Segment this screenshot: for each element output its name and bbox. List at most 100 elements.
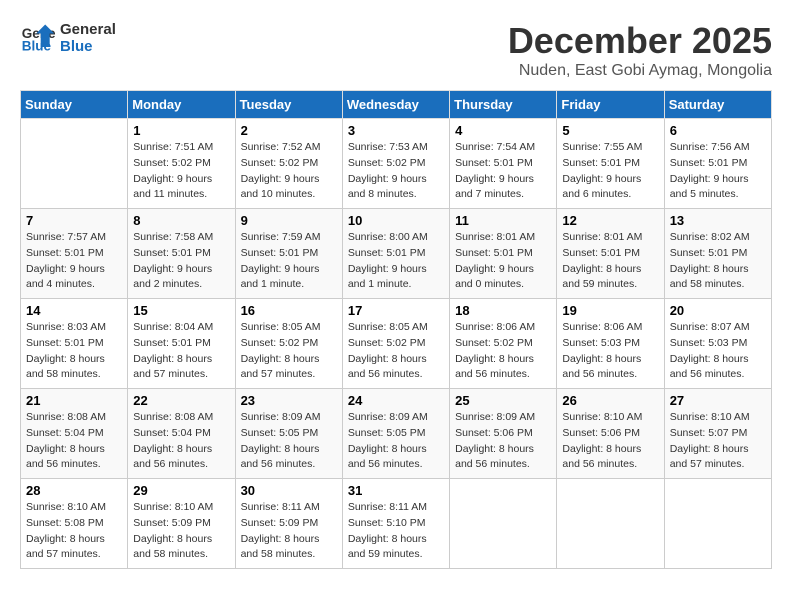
logo: General Blue General Blue [20,20,116,56]
day-number: 9 [241,213,337,228]
calendar-cell [21,119,128,209]
day-number: 14 [26,303,122,318]
calendar-cell: 1 Sunrise: 7:51 AMSunset: 5:02 PMDaylight… [128,119,235,209]
day-number: 11 [455,213,551,228]
day-number: 22 [133,393,229,408]
weekday-header-tuesday: Tuesday [235,91,342,119]
day-info: Sunrise: 8:10 AMSunset: 5:08 PMDaylight:… [26,500,122,563]
calendar-week-5: 28 Sunrise: 8:10 AMSunset: 5:08 PMDayligh… [21,479,772,569]
day-info: Sunrise: 8:10 AMSunset: 5:09 PMDaylight:… [133,500,229,563]
day-number: 16 [241,303,337,318]
day-number: 20 [670,303,766,318]
weekday-header-saturday: Saturday [664,91,771,119]
calendar-cell: 16 Sunrise: 8:05 AMSunset: 5:02 PMDayligh… [235,299,342,389]
page-header: General Blue General Blue December 2025 … [20,20,772,80]
day-info: Sunrise: 8:09 AMSunset: 5:05 PMDaylight:… [348,410,444,473]
calendar-cell: 4Sunrise: 7:54 AMSunset: 5:01 PMDaylight… [450,119,557,209]
calendar-cell: 8Sunrise: 7:58 AMSunset: 5:01 PMDaylight… [128,209,235,299]
day-info: Sunrise: 8:11 AMSunset: 5:10 PMDaylight:… [348,500,444,563]
day-number: 12 [562,213,658,228]
day-number: 25 [455,393,551,408]
day-number: 31 [348,483,444,498]
day-info: Sunrise: 8:08 AMSunset: 5:04 PMDaylight:… [26,410,122,473]
day-number: 29 [133,483,229,498]
day-number: 1 [133,123,229,138]
calendar-cell: 20 Sunrise: 8:07 AMSunset: 5:03 PMDayligh… [664,299,771,389]
day-info: Sunrise: 7:59 AMSunset: 5:01 PMDaylight:… [241,230,337,293]
calendar-cell: 7Sunrise: 7:57 AMSunset: 5:01 PMDaylight… [21,209,128,299]
day-info: Sunrise: 8:05 AMSunset: 5:02 PMDaylight:… [241,320,337,383]
day-info: Sunrise: 8:10 AMSunset: 5:06 PMDaylight:… [562,410,658,473]
day-number: 26 [562,393,658,408]
day-number: 7 [26,213,122,228]
day-info: Sunrise: 8:02 AMSunset: 5:01 PMDaylight:… [670,230,766,293]
calendar-cell [557,479,664,569]
day-number: 8 [133,213,229,228]
location-title: Nuden, East Gobi Aymag, Mongolia [508,62,772,80]
weekday-header-friday: Friday [557,91,664,119]
calendar-cell: 2Sunrise: 7:52 AMSunset: 5:02 PMDaylight… [235,119,342,209]
day-number: 15 [133,303,229,318]
day-info: Sunrise: 8:06 AMSunset: 5:03 PMDaylight:… [562,320,658,383]
calendar-cell: 22Sunrise: 8:08 AMSunset: 5:04 PMDayligh… [128,389,235,479]
day-number: 21 [26,393,122,408]
day-info: Sunrise: 7:55 AMSunset: 5:01 PMDaylight:… [562,140,658,203]
day-number: 30 [241,483,337,498]
day-info: Sunrise: 7:56 AMSunset: 5:01 PMDaylight:… [670,140,766,203]
calendar-cell: 25 Sunrise: 8:09 AMSunset: 5:06 PMDayligh… [450,389,557,479]
day-info: Sunrise: 8:01 AMSunset: 5:01 PMDaylight:… [455,230,551,293]
calendar-week-1: 1 Sunrise: 7:51 AMSunset: 5:02 PMDaylight… [21,119,772,209]
calendar-cell: 14 Sunrise: 8:03 AMSunset: 5:01 PMDayligh… [21,299,128,389]
calendar-cell: 5 Sunrise: 7:55 AMSunset: 5:01 PMDaylight… [557,119,664,209]
day-info: Sunrise: 8:03 AMSunset: 5:01 PMDaylight:… [26,320,122,383]
day-info: Sunrise: 8:11 AMSunset: 5:09 PMDaylight:… [241,500,337,563]
calendar-cell: 28 Sunrise: 8:10 AMSunset: 5:08 PMDayligh… [21,479,128,569]
calendar-cell: 15 Sunrise: 8:04 AMSunset: 5:01 PMDayligh… [128,299,235,389]
calendar-week-3: 14 Sunrise: 8:03 AMSunset: 5:01 PMDayligh… [21,299,772,389]
calendar-cell: 31 Sunrise: 8:11 AMSunset: 5:10 PMDayligh… [342,479,449,569]
day-info: Sunrise: 8:09 AMSunset: 5:05 PMDaylight:… [241,410,337,473]
day-number: 27 [670,393,766,408]
day-number: 17 [348,303,444,318]
weekday-header-sunday: Sunday [21,91,128,119]
day-info: Sunrise: 8:04 AMSunset: 5:01 PMDaylight:… [133,320,229,383]
calendar-cell: 11 Sunrise: 8:01 AMSunset: 5:01 PMDayligh… [450,209,557,299]
day-number: 18 [455,303,551,318]
calendar-week-2: 7Sunrise: 7:57 AMSunset: 5:01 PMDaylight… [21,209,772,299]
weekday-header-monday: Monday [128,91,235,119]
logo-general: General [60,21,116,38]
calendar-cell: 6 Sunrise: 7:56 AMSunset: 5:01 PMDaylight… [664,119,771,209]
calendar-cell: 29 Sunrise: 8:10 AMSunset: 5:09 PMDayligh… [128,479,235,569]
day-number: 13 [670,213,766,228]
day-info: Sunrise: 8:06 AMSunset: 5:02 PMDaylight:… [455,320,551,383]
calendar-cell: 18 Sunrise: 8:06 AMSunset: 5:02 PMDayligh… [450,299,557,389]
day-number: 10 [348,213,444,228]
day-number: 19 [562,303,658,318]
calendar-cell: 3Sunrise: 7:53 AMSunset: 5:02 PMDaylight… [342,119,449,209]
day-info: Sunrise: 7:54 AMSunset: 5:01 PMDaylight:… [455,140,551,203]
month-title: December 2025 [508,20,772,62]
calendar-cell: 27Sunrise: 8:10 AMSunset: 5:07 PMDayligh… [664,389,771,479]
day-number: 2 [241,123,337,138]
calendar-cell: 19 Sunrise: 8:06 AMSunset: 5:03 PMDayligh… [557,299,664,389]
day-number: 28 [26,483,122,498]
day-info: Sunrise: 8:05 AMSunset: 5:02 PMDaylight:… [348,320,444,383]
calendar-cell: 24 Sunrise: 8:09 AMSunset: 5:05 PMDayligh… [342,389,449,479]
day-number: 6 [670,123,766,138]
calendar-cell: 13 Sunrise: 8:02 AMSunset: 5:01 PMDayligh… [664,209,771,299]
day-info: Sunrise: 8:09 AMSunset: 5:06 PMDaylight:… [455,410,551,473]
day-info: Sunrise: 8:01 AMSunset: 5:01 PMDaylight:… [562,230,658,293]
day-number: 3 [348,123,444,138]
title-block: December 2025 Nuden, East Gobi Aymag, Mo… [508,20,772,80]
day-number: 24 [348,393,444,408]
day-info: Sunrise: 7:51 AMSunset: 5:02 PMDaylight:… [133,140,229,203]
calendar-cell: 26 Sunrise: 8:10 AMSunset: 5:06 PMDayligh… [557,389,664,479]
weekday-header-row: SundayMondayTuesdayWednesdayThursdayFrid… [21,91,772,119]
calendar-cell [664,479,771,569]
day-number: 5 [562,123,658,138]
day-info: Sunrise: 8:07 AMSunset: 5:03 PMDaylight:… [670,320,766,383]
calendar-table: SundayMondayTuesdayWednesdayThursdayFrid… [20,90,772,569]
logo-icon: General Blue [20,20,56,56]
calendar-week-4: 21 Sunrise: 8:08 AMSunset: 5:04 PMDayligh… [21,389,772,479]
weekday-header-thursday: Thursday [450,91,557,119]
